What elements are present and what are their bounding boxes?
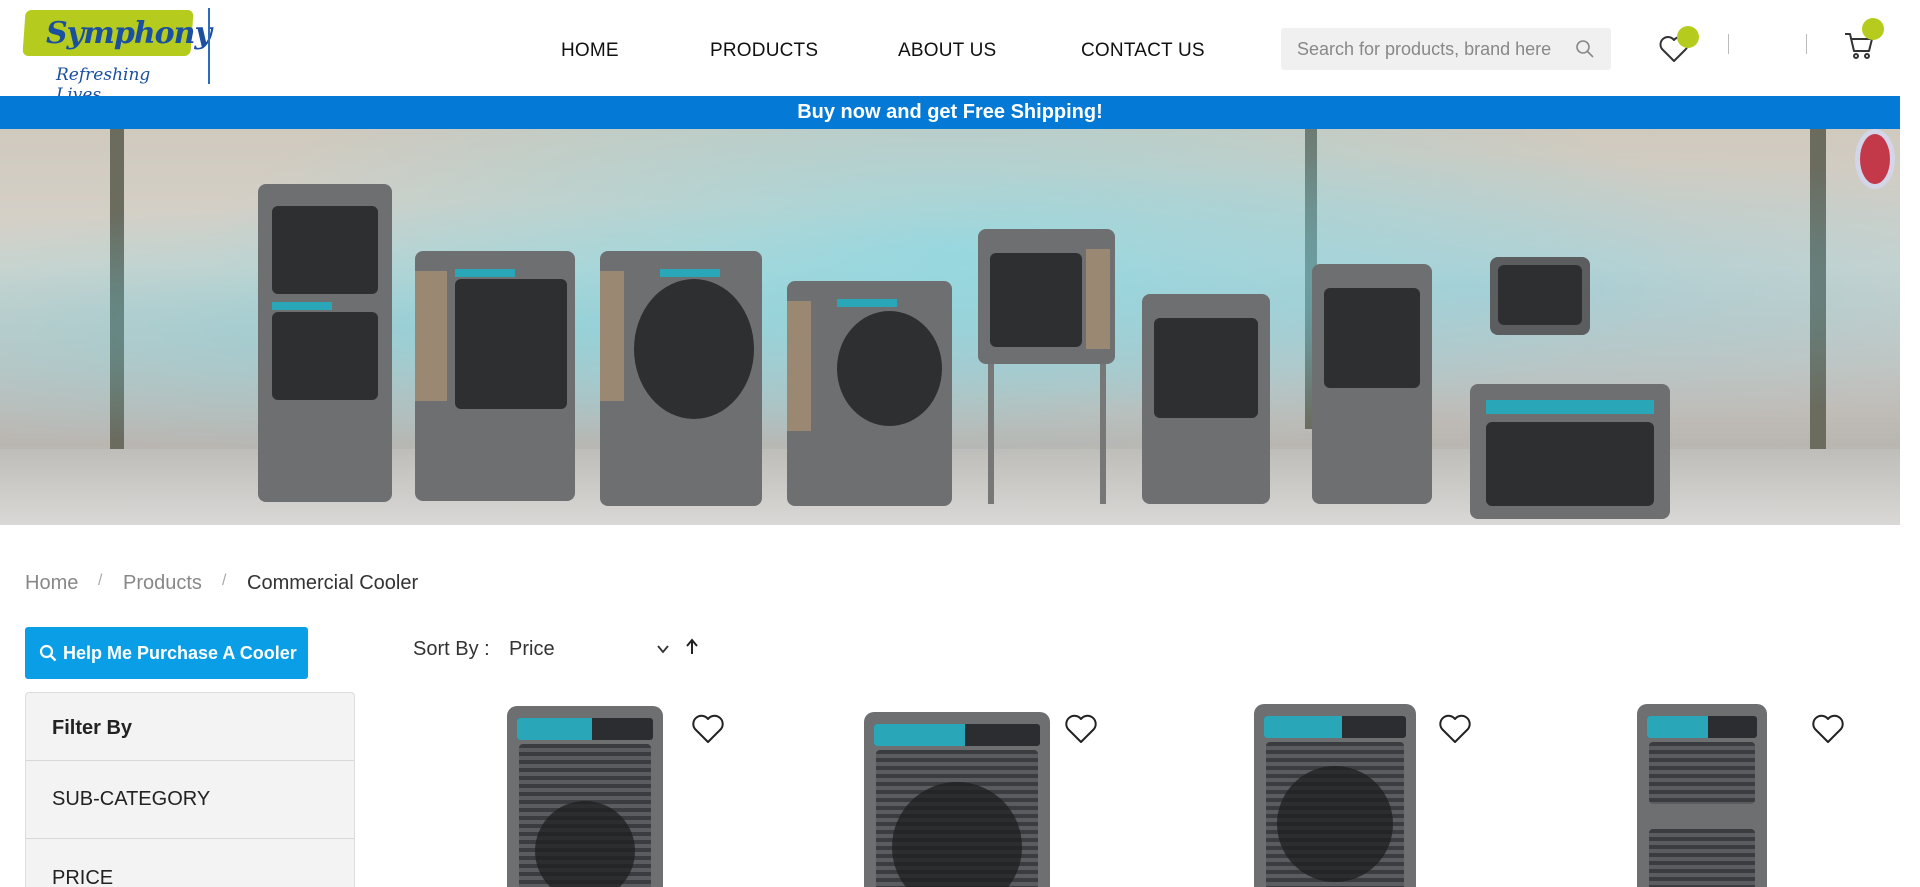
- product-card[interactable]: [1637, 700, 1897, 887]
- site-header: Symphony Refreshing Lives HOME PRODUCTS …: [0, 0, 1900, 105]
- header-divider: [1806, 34, 1807, 54]
- breadcrumb-home[interactable]: Home: [25, 572, 78, 595]
- cooler-stand: [988, 364, 994, 504]
- banner-cooler: [1470, 384, 1670, 519]
- banner-cooler: [978, 229, 1115, 364]
- cart-badge: [1862, 18, 1884, 40]
- banner-cooler-duct: [1490, 257, 1590, 335]
- search-icon: [39, 644, 57, 662]
- breadcrumb-current: Commercial Cooler: [247, 572, 419, 594]
- wishlist-badge: [1677, 26, 1699, 48]
- banner-cooler: [1312, 264, 1432, 504]
- product-image[interactable]: [507, 706, 663, 887]
- chevron-down-icon: [657, 645, 669, 654]
- nav-products[interactable]: PRODUCTS: [710, 40, 818, 62]
- product-image[interactable]: [1254, 704, 1416, 887]
- banner-cooler: [1142, 294, 1270, 504]
- filter-price[interactable]: PRICE: [26, 838, 354, 887]
- banner-cooler: [258, 184, 392, 502]
- promo-banner[interactable]: Buy now and get Free Shipping!: [0, 96, 1900, 129]
- breadcrumb-separator: /: [222, 572, 227, 589]
- nav-home[interactable]: HOME: [561, 40, 619, 62]
- cooler-stand: [1100, 364, 1106, 504]
- nav-contact-us[interactable]: CONTACT US: [1081, 40, 1205, 62]
- sort-label: Sort By :: [413, 638, 490, 660]
- filter-sub-category[interactable]: SUB-CATEGORY: [26, 760, 354, 838]
- banner-cooler: [787, 281, 952, 506]
- road-sign: [1855, 129, 1895, 189]
- help-purchase-button[interactable]: Help Me Purchase A Cooler: [25, 627, 308, 679]
- filter-title: Filter By: [52, 717, 133, 739]
- hero-banner-image[interactable]: [0, 129, 1900, 525]
- brand-logo[interactable]: Symphony Refreshing Lives: [22, 10, 212, 105]
- heart-icon[interactable]: [691, 713, 725, 745]
- heart-icon[interactable]: [1438, 713, 1472, 745]
- product-image[interactable]: [864, 712, 1050, 887]
- help-purchase-label: Help Me Purchase A Cooler: [63, 642, 297, 663]
- banner-cooler: [600, 251, 762, 506]
- product-image[interactable]: [1637, 704, 1767, 887]
- heart-icon[interactable]: [1811, 713, 1845, 745]
- header-divider: [1728, 34, 1729, 54]
- breadcrumb-products[interactable]: Products: [123, 572, 202, 595]
- product-card[interactable]: [864, 700, 1124, 887]
- nav-about-us[interactable]: ABOUT US: [898, 40, 996, 62]
- search-bar: [1281, 28, 1611, 70]
- search-icon[interactable]: [1575, 39, 1595, 59]
- breadcrumb-separator: /: [98, 572, 103, 589]
- logo-divider: [208, 8, 210, 84]
- banner-cooler: [415, 251, 575, 501]
- sort-value: Price: [509, 638, 555, 660]
- product-card[interactable]: [505, 700, 765, 887]
- product-card[interactable]: [1254, 700, 1514, 887]
- heart-icon[interactable]: [1064, 713, 1098, 745]
- sort-select[interactable]: Price: [509, 634, 673, 666]
- search-input[interactable]: [1297, 37, 1567, 61]
- filter-panel: Filter By SUB-CATEGORY PRICE: [25, 692, 355, 887]
- arrow-up-icon[interactable]: [683, 637, 701, 657]
- logo-wordmark: Symphony: [46, 16, 212, 51]
